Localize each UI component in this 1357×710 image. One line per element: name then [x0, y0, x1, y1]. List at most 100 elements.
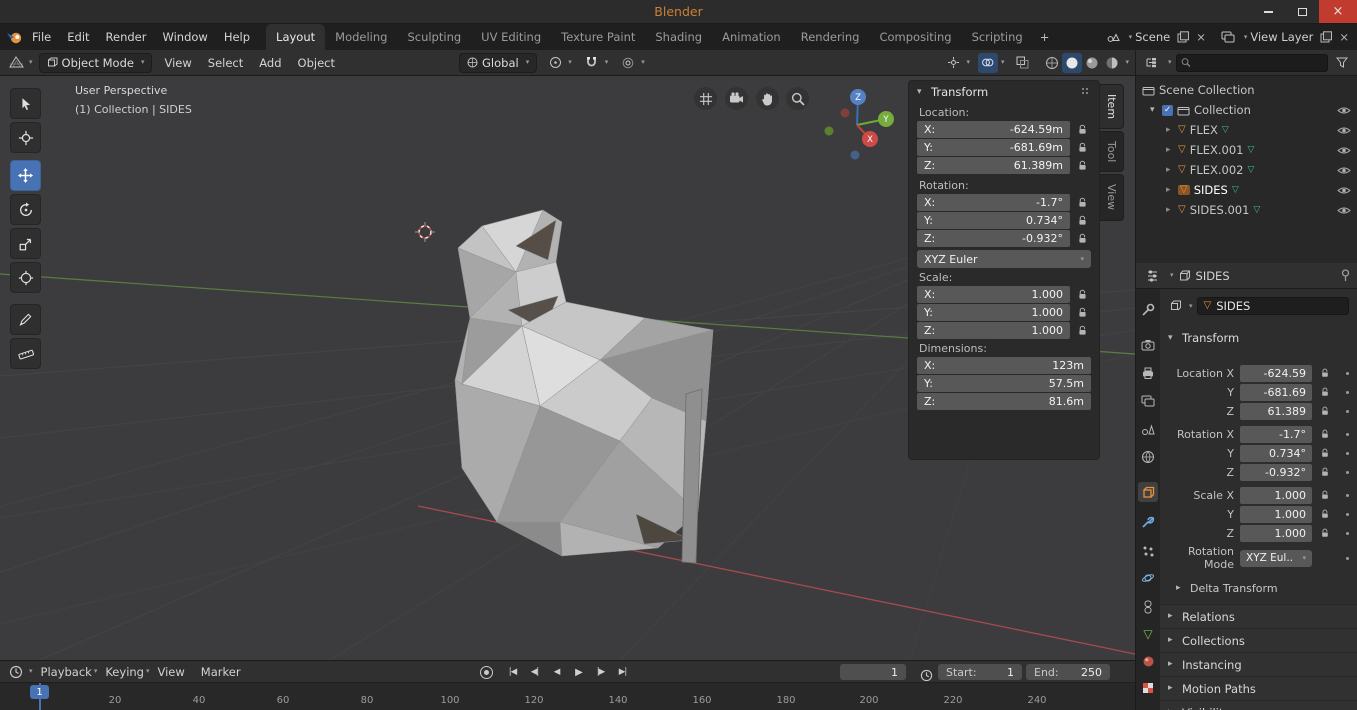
props-tab-particles[interactable] [1138, 541, 1158, 561]
props-tab-tool[interactable] [1138, 300, 1158, 320]
measure-tool-button[interactable] [10, 338, 41, 369]
lock-icon[interactable] [1312, 448, 1338, 458]
view-layer-icon[interactable] [1218, 27, 1238, 47]
delta-transform-subpanel[interactable]: ▸ Delta Transform [1160, 579, 1357, 597]
lock-icon[interactable] [1073, 160, 1091, 171]
pivot-point-icon[interactable] [545, 53, 565, 73]
transform-tool-button[interactable] [10, 262, 41, 293]
workspace-tab-uv-editing[interactable]: UV Editing [471, 24, 551, 50]
xray-toggle-icon[interactable] [1012, 53, 1032, 73]
model-sides[interactable] [455, 210, 713, 563]
workspace-tab-sculpting[interactable]: Sculpting [397, 24, 471, 50]
dimensions-z-field[interactable]: Z:81.6m [917, 393, 1091, 410]
current-frame-field[interactable]: 1 [840, 664, 906, 680]
animate-dot[interactable] [1346, 452, 1349, 455]
lock-icon[interactable] [1073, 289, 1091, 300]
play-button[interactable]: ▶ [569, 664, 588, 680]
animate-dot[interactable] [1346, 557, 1349, 560]
rotation-mode-dropdown[interactable]: XYZ Euler▾ [917, 250, 1091, 268]
menu-file[interactable]: File [24, 24, 59, 50]
visibility-eye-icon[interactable] [1337, 126, 1351, 135]
lock-icon[interactable] [1312, 528, 1338, 538]
location-x-field[interactable]: X:-624.59m [917, 121, 1070, 138]
maximize-button[interactable] [1285, 0, 1319, 23]
motion-paths-panel-header[interactable]: ▸ Motion Paths [1160, 676, 1357, 700]
shading-material-icon[interactable] [1082, 53, 1102, 73]
record-button[interactable] [480, 666, 493, 679]
workspace-tab-rendering[interactable]: Rendering [791, 24, 870, 50]
gizmo-axis-y[interactable]: Y [878, 111, 894, 127]
mode-dropdown[interactable]: Object Mode ▾ [39, 53, 153, 73]
lock-icon[interactable] [1073, 124, 1091, 135]
visibility-panel-header[interactable]: ▸ Visibility [1160, 700, 1357, 710]
workspace-tab-layout[interactable]: Layout [266, 24, 325, 50]
workspace-tab-compositing[interactable]: Compositing [869, 24, 961, 50]
dimensions-x-field[interactable]: X:123m [917, 357, 1091, 374]
show-gizmo-icon[interactable] [943, 53, 963, 73]
rotation-y-field[interactable]: 0.734° [1240, 445, 1312, 462]
props-tab-material[interactable] [1138, 651, 1158, 671]
play-reverse-button[interactable]: ◀ [547, 664, 566, 680]
lock-icon[interactable] [1312, 509, 1338, 519]
visibility-eye-icon[interactable] [1337, 166, 1351, 175]
scale-x-field[interactable]: X:1.000 [917, 286, 1070, 303]
lock-icon[interactable] [1073, 142, 1091, 153]
snap-magnet-icon[interactable] [582, 53, 602, 73]
outliner-row-flex-001[interactable]: ▸ ▽ FLEX.001 ▽ [1136, 140, 1357, 160]
cursor-tool-button[interactable] [10, 122, 41, 153]
props-tab-world[interactable] [1138, 447, 1158, 467]
browse-object-icon[interactable] [1166, 296, 1186, 316]
lock-icon[interactable] [1312, 368, 1338, 378]
tab-view[interactable]: View [1100, 174, 1124, 220]
menu-render[interactable]: Render [98, 24, 155, 50]
visibility-eye-icon[interactable] [1337, 206, 1351, 215]
transform-orientation-dropdown[interactable]: Global ▾ [459, 53, 537, 73]
select-box-tool-button[interactable] [10, 88, 41, 119]
move-tool-button[interactable] [10, 160, 41, 191]
props-tab-constraints[interactable] [1138, 597, 1158, 617]
menu-timeline-view[interactable]: View [150, 661, 193, 682]
lock-icon[interactable] [1073, 307, 1091, 318]
props-tab-render[interactable] [1138, 335, 1158, 355]
workspace-tab-texture-paint[interactable]: Texture Paint [551, 24, 645, 50]
properties-editor-icon[interactable] [1142, 266, 1162, 286]
outliner-row-sides[interactable]: ▸ ▽ SIDES ▽ [1136, 180, 1357, 200]
menu-help[interactable]: Help [216, 24, 258, 50]
menu-view[interactable]: View [156, 50, 199, 75]
new-scene-icon[interactable] [1173, 27, 1193, 47]
panel-options-icon[interactable] [1081, 87, 1091, 97]
unlink-scene-icon[interactable]: × [1196, 30, 1206, 44]
shading-wireframe-icon[interactable] [1042, 53, 1062, 73]
rotation-mode-dropdown[interactable]: XYZ Eul..▾ [1240, 550, 1312, 567]
lock-icon[interactable] [1312, 467, 1338, 477]
outliner-row-flex[interactable]: ▸ ▽ FLEX ▽ [1136, 120, 1357, 140]
shading-rendered-icon[interactable] [1102, 53, 1122, 73]
lock-icon[interactable] [1312, 429, 1338, 439]
pan-view-button[interactable] [756, 87, 779, 110]
jump-to-end-button[interactable]: ▶| [613, 664, 632, 680]
timeline-editor-icon[interactable] [6, 662, 26, 682]
props-tab-object[interactable] [1138, 482, 1158, 502]
workspace-tab-shading[interactable]: Shading [645, 24, 712, 50]
gizmo-axis-z[interactable]: Z [850, 89, 866, 105]
menu-marker[interactable]: Marker [193, 661, 249, 682]
relations-panel-header[interactable]: ▸ Relations [1160, 604, 1357, 628]
outliner-row-scene-collection[interactable]: Scene Collection [1136, 80, 1357, 100]
lock-icon[interactable] [1073, 325, 1091, 336]
props-tab-texture[interactable] [1138, 678, 1158, 698]
expand-icon[interactable]: ▸ [1166, 186, 1174, 195]
new-view-layer-icon[interactable] [1316, 27, 1336, 47]
gizmo-axis-x-neg[interactable] [841, 109, 850, 118]
gizmo-axis-z-neg[interactable] [851, 151, 860, 160]
end-frame-field[interactable]: End: 250 [1026, 664, 1110, 680]
view-layer-name[interactable]: View Layer [1250, 30, 1313, 44]
scale-y-field[interactable]: Y:1.000 [917, 304, 1070, 321]
navigation-gizmo[interactable]: Z Y X [820, 86, 898, 164]
minimize-button[interactable] [1251, 0, 1285, 23]
browse-scene-icon[interactable] [1103, 27, 1123, 47]
animate-dot[interactable] [1346, 372, 1349, 375]
location-y-field[interactable]: -681.69 [1240, 384, 1312, 401]
animate-dot[interactable] [1346, 410, 1349, 413]
animate-dot[interactable] [1346, 513, 1349, 516]
rotation-z-field[interactable]: Z:-0.932° [917, 230, 1070, 247]
